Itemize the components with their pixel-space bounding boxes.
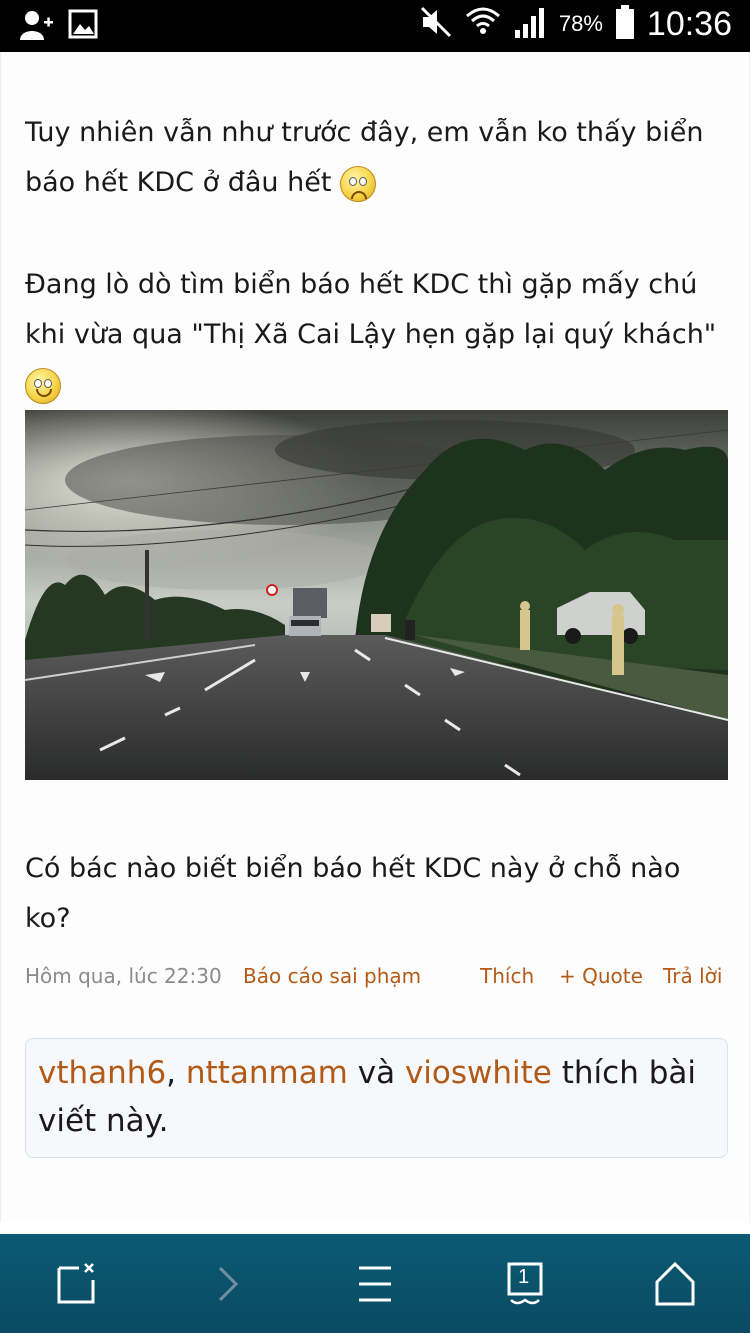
- sad-face-icon: [340, 165, 376, 202]
- post-paragraph-2: Đang lò dò tìm biển báo hết KDC thì gặp …: [25, 260, 727, 410]
- liker-link-3[interactable]: vioswhite: [405, 1055, 552, 1091]
- likes-separator: ,: [166, 1055, 186, 1091]
- image-icon: [68, 8, 98, 46]
- liker-link-2[interactable]: nttanmam: [186, 1055, 348, 1091]
- battery-icon: [615, 4, 635, 44]
- like-link[interactable]: Thích: [480, 964, 534, 988]
- quote-link[interactable]: + Quote: [559, 964, 643, 988]
- battery-percent: 78%: [558, 11, 603, 36]
- report-link[interactable]: Báo cáo sai phạm: [243, 964, 421, 988]
- home-icon: [655, 1261, 695, 1306]
- signal-icon: [513, 6, 547, 42]
- post-date: Hôm qua, lúc 22:30: [25, 964, 222, 988]
- post-meta: Hôm qua, lúc 22:30 Báo cáo sai phạm Thíc…: [25, 964, 727, 996]
- likes-and: và: [347, 1055, 405, 1091]
- forward-icon: [218, 1266, 239, 1302]
- post-text-3: Có bác nào biết biển báo hết KDC này ở c…: [25, 853, 681, 934]
- smile-face-icon: [25, 367, 61, 404]
- close-tab-icon: [57, 1263, 95, 1304]
- menu-icon: [359, 1266, 391, 1302]
- post-text-2: Đang lò dò tìm biển báo hết KDC thì gặp …: [25, 269, 717, 350]
- liker-link-1[interactable]: vthanh6: [38, 1055, 166, 1091]
- post-paragraph-1: Tuy nhiên vẫn như trước đây, em vẫn ko t…: [25, 108, 727, 208]
- road-photo-illustration: [25, 410, 728, 780]
- browser-bottom-nav: 1: [0, 1234, 750, 1333]
- likes-summary: vthanh6, nttanmam và vioswhite thích bài…: [25, 1038, 728, 1158]
- wifi-icon: [465, 4, 501, 44]
- add-contact-icon: [18, 8, 54, 46]
- clock: 10:36: [646, 4, 732, 43]
- road-photo[interactable]: [25, 410, 728, 780]
- tabs-button[interactable]: 1: [495, 1256, 555, 1312]
- tabs-count: 1: [518, 1266, 530, 1288]
- forward-button[interactable]: [198, 1256, 258, 1312]
- close-tab-button[interactable]: [45, 1256, 105, 1312]
- reply-link[interactable]: Trả lời: [663, 964, 722, 988]
- status-bar: 78% 10:36: [0, 0, 750, 52]
- post-content: Tuy nhiên vẫn như trước đây, em vẫn ko t…: [0, 52, 750, 1222]
- mute-icon: [419, 5, 453, 43]
- home-button[interactable]: [645, 1256, 705, 1312]
- post-paragraph-3: Có bác nào biết biển báo hết KDC này ở c…: [25, 844, 727, 944]
- menu-button[interactable]: [345, 1256, 405, 1312]
